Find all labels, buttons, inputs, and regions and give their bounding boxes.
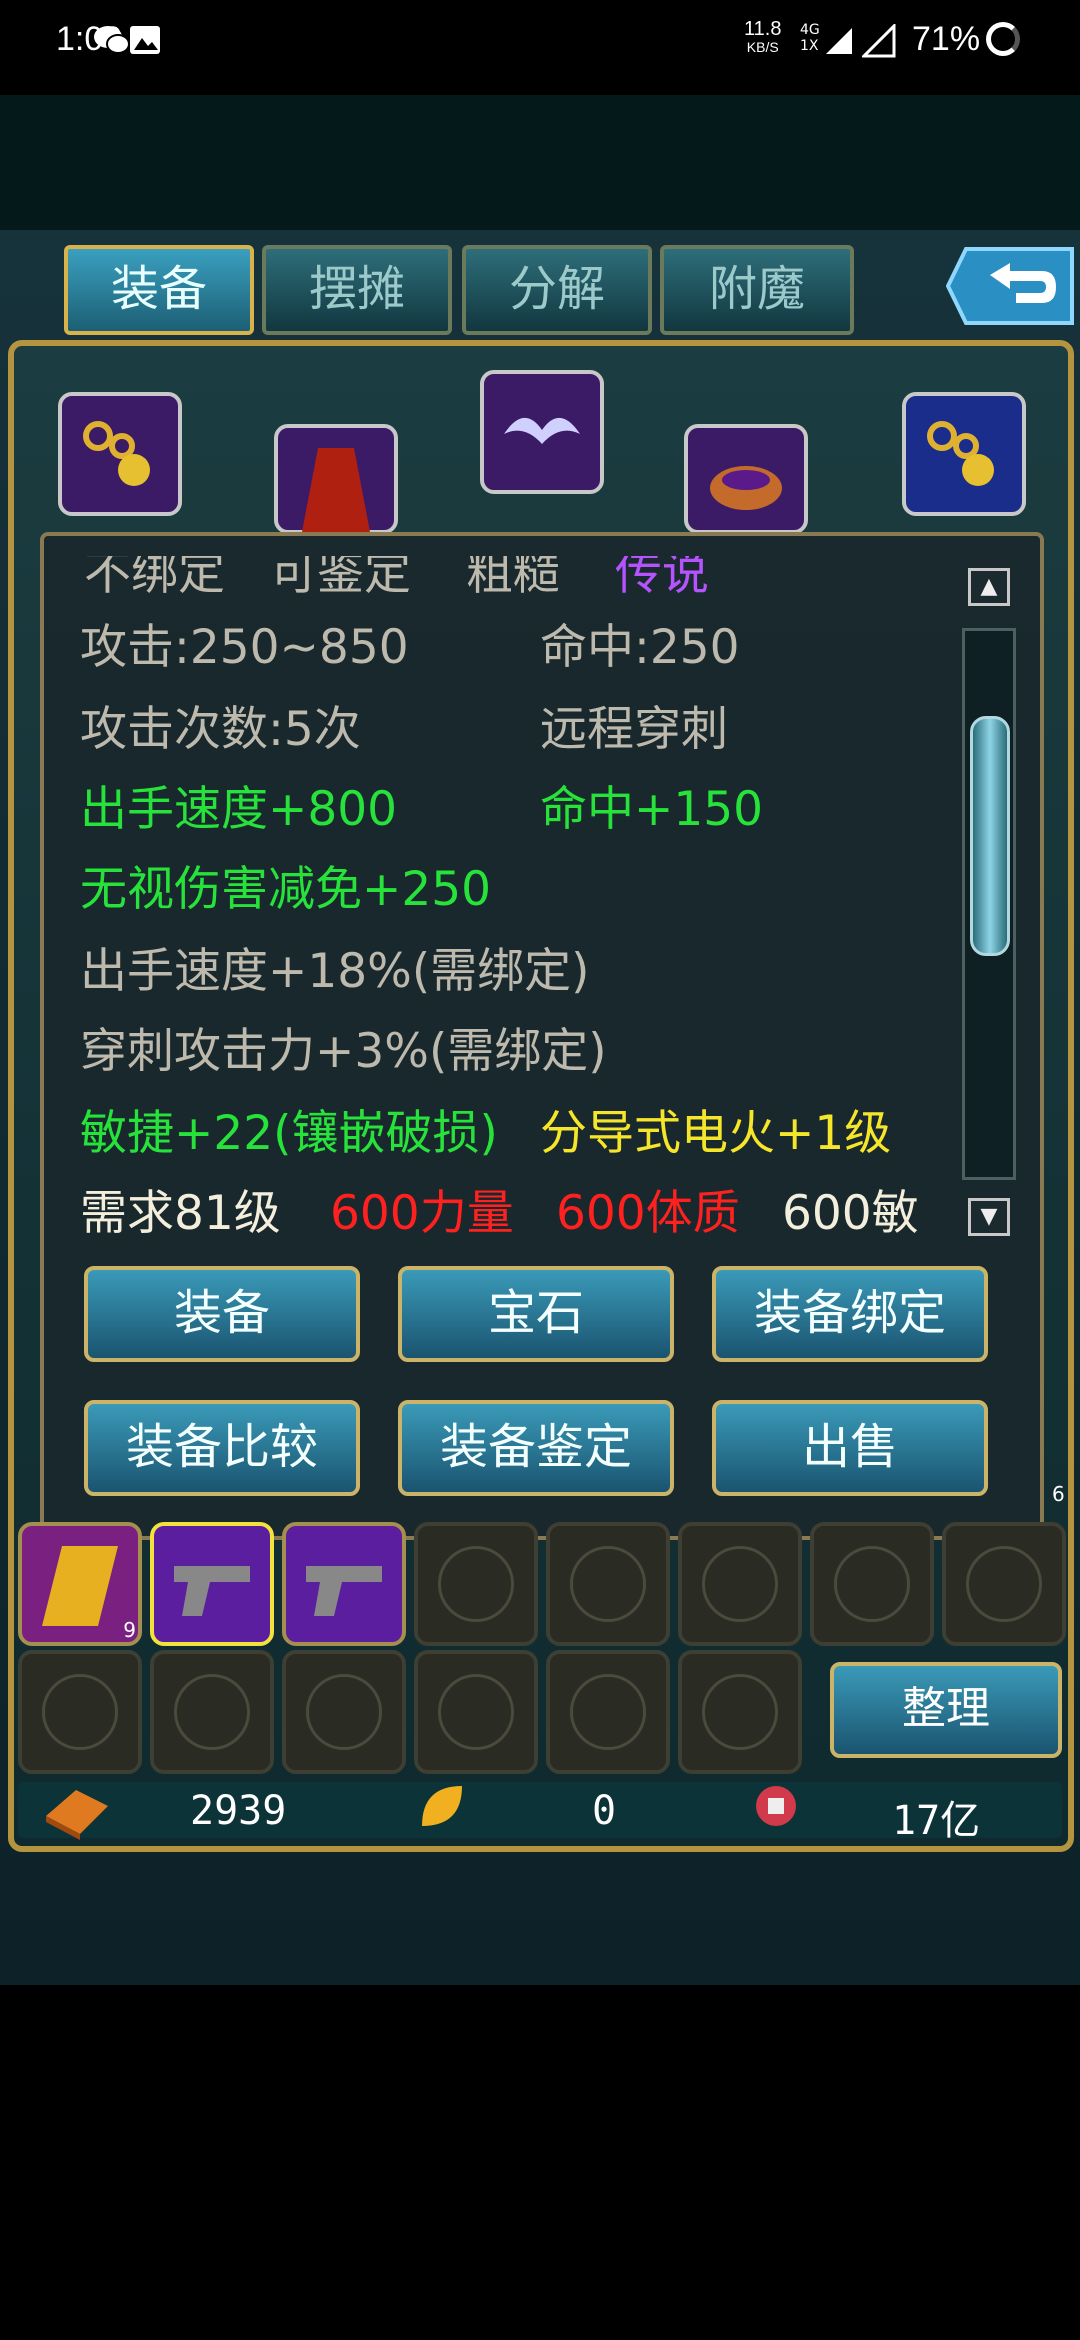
stat-attack-count: 攻击次数:5次 — [80, 702, 361, 757]
sell-button[interactable]: 出售 — [712, 1400, 988, 1496]
wings-icon — [504, 417, 580, 444]
revolver-icon — [174, 1566, 250, 1616]
inventory-slot-empty[interactable] — [546, 1650, 670, 1774]
stat-hit-bonus: 命中+150 — [540, 782, 764, 837]
net-speed-unit: KB/S — [746, 39, 779, 55]
chain-necklace-icon — [927, 421, 994, 486]
inventory-slot-empty[interactable] — [150, 1650, 274, 1774]
slot-armor[interactable] — [274, 424, 398, 534]
identify-equipment-button[interactable]: 装备鉴定 — [398, 1400, 674, 1496]
bracelet-icon — [710, 466, 782, 510]
net-speed-value: 11.8 — [744, 18, 782, 40]
gold-amount: 2939 — [190, 1788, 287, 1834]
item-count: 9 — [123, 1618, 136, 1642]
coin-amount: 17亿 — [892, 1798, 981, 1844]
tab-decompose[interactable]: 分解 — [462, 245, 652, 335]
chain-necklace-icon — [83, 421, 150, 486]
bottom-black-area — [0, 1985, 1080, 2340]
cut-part-c: 粗糙 — [465, 546, 560, 601]
scroll-down-button[interactable]: ▼ — [968, 1198, 1010, 1236]
top-band — [0, 95, 1080, 230]
scrollbar-thumb[interactable] — [970, 716, 1010, 956]
tab-enchant[interactable]: 附魔 — [660, 245, 854, 335]
inventory-slot-empty[interactable] — [678, 1522, 802, 1646]
stat-attack: 攻击:250~850 — [80, 620, 409, 675]
stat-skill-bonus: 分导式电火+1级 — [540, 1106, 892, 1161]
slot-bracelet[interactable] — [684, 424, 808, 534]
net-type: 4G 1X — [800, 22, 820, 54]
gem-button[interactable]: 宝石 — [398, 1266, 674, 1362]
back-button[interactable] — [946, 245, 1076, 327]
inventory-card-item[interactable]: 9 — [18, 1522, 142, 1646]
wechat-icon — [94, 26, 130, 54]
image-icon — [130, 26, 160, 54]
inventory-slot-empty[interactable] — [282, 1650, 406, 1774]
net-type-top: 4G — [800, 22, 820, 38]
inventory-slot-empty[interactable] — [546, 1522, 670, 1646]
inventory-slot-empty[interactable] — [414, 1522, 538, 1646]
stat-attack-speed-pct: 出手速度+18%(需绑定) — [80, 944, 590, 999]
cut-part-a: 不绑定 — [84, 546, 225, 601]
net-speed: 11.8 KB/S — [744, 18, 782, 56]
stat-pierce-attack: 穿刺攻击力+3%(需绑定) — [80, 1024, 607, 1079]
tooltip-cut-line: 不绑定 可鉴定 粗糙 传说 — [84, 546, 709, 603]
revolver-icon — [306, 1566, 382, 1616]
leaf-amount: 0 — [592, 1788, 617, 1834]
net-type-bottom: 1X — [800, 38, 819, 54]
inventory-revolver-1[interactable] — [150, 1522, 274, 1646]
scroll-up-button[interactable]: ▲ — [968, 568, 1010, 606]
stat-hit: 命中:250 — [540, 620, 740, 675]
inventory-revolver-2[interactable] — [282, 1522, 406, 1646]
battery-percent: 71% — [912, 20, 981, 58]
side-item-count: 6 — [1052, 1482, 1065, 1506]
stat-ignore-dmg-reduction: 无视伤害减免+250 — [80, 862, 492, 917]
leaf-icon — [422, 1786, 462, 1826]
inventory-slot-empty[interactable] — [810, 1522, 934, 1646]
signal-icon — [826, 28, 852, 54]
gold-card-icon — [42, 1546, 118, 1626]
gold-ingot-icon — [46, 1790, 108, 1840]
inventory-slot-empty[interactable] — [414, 1650, 538, 1774]
stat-ranged-pierce: 远程穿刺 — [540, 702, 728, 757]
slot-wings[interactable] — [480, 370, 604, 494]
slot-necklace-right[interactable] — [902, 392, 1026, 516]
bind-equipment-button[interactable]: 装备绑定 — [712, 1266, 988, 1362]
stat-agility: 敏捷+22(镶嵌破损) — [80, 1106, 498, 1161]
req-agility: 600敏 — [782, 1186, 919, 1241]
equip-button[interactable]: 装备 — [84, 1266, 360, 1362]
cut-part-b: 可鉴定 — [269, 546, 411, 601]
inventory-slot-empty[interactable] — [678, 1650, 802, 1774]
coin-icon — [756, 1786, 796, 1826]
inventory-slot-empty[interactable] — [942, 1522, 1066, 1646]
signal-empty-icon — [862, 24, 896, 58]
req-constitution: 600体质 — [556, 1186, 740, 1241]
tab-stall[interactable]: 摆摊 — [262, 245, 452, 335]
compare-equipment-button[interactable]: 装备比较 — [84, 1400, 360, 1496]
red-robe-icon — [302, 448, 370, 532]
status-bar: 1:00 11.8 KB/S 4G 1X 71% — [0, 0, 1080, 95]
battery-icon — [986, 22, 1020, 56]
req-level: 需求81级 — [80, 1186, 281, 1241]
slot-necklace-left[interactable] — [58, 392, 182, 516]
inventory-slot-empty[interactable] — [18, 1650, 142, 1774]
stat-attack-speed: 出手速度+800 — [80, 782, 398, 837]
tab-equipment[interactable]: 装备 — [64, 245, 254, 335]
cut-part-d: 传说 — [614, 546, 709, 601]
sort-button[interactable]: 整理 — [830, 1662, 1062, 1758]
req-strength: 600力量 — [330, 1186, 514, 1241]
